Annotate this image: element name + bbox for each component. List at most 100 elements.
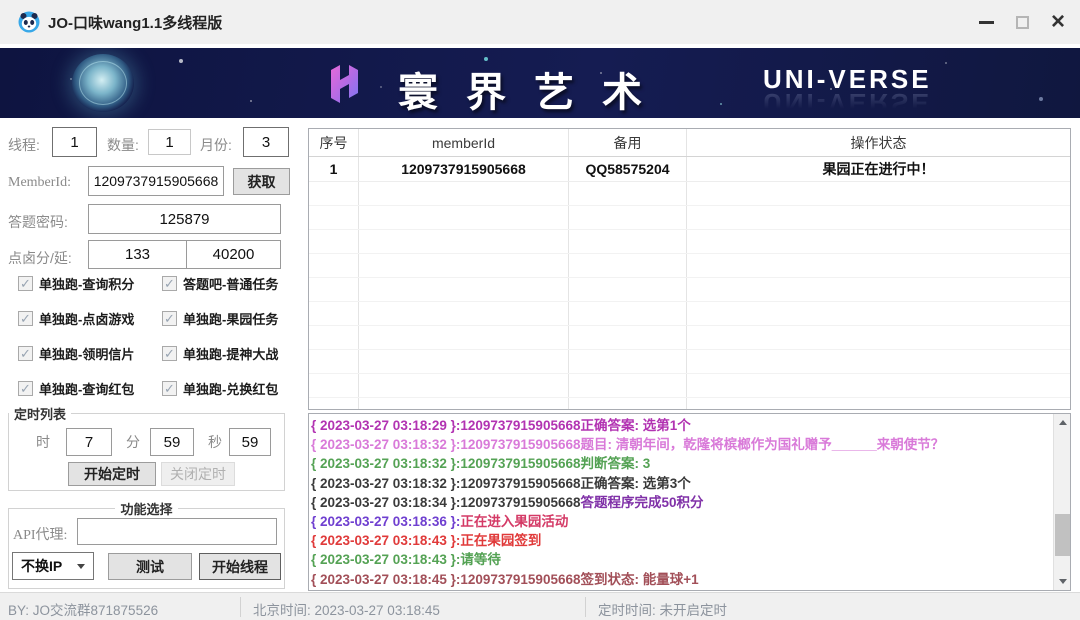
table-empty-row [309,374,1070,398]
scroll-down-icon[interactable] [1054,573,1071,590]
table-empty-row [309,350,1070,374]
checkbox-check-icon[interactable]: ✓ [162,381,177,396]
brand-english-reflection: UNI-VERSE [763,87,932,118]
window-title: JO-口味wang1.1多线程版 [48,12,222,33]
second-label: 秒 [208,432,222,452]
log-line: { 2023-03-27 03:18:43 }:请等待 [311,550,1051,569]
table-header-cell: memberId [359,129,569,156]
table-cell: 果园正在进行中！ [687,157,1070,181]
minimize-icon [979,21,994,24]
month-input[interactable] [243,127,289,157]
count-input[interactable] [148,129,191,155]
checkbox-check-icon[interactable]: ✓ [162,311,177,326]
test-button[interactable]: 测试 [108,553,192,580]
table-body: 11209737915905668QQ58575204果园正在进行中！ [309,157,1070,410]
log-segment: { 2023-03-27 03:18:32 }:1209737915905668… [311,437,944,452]
table-empty-row [309,398,1070,410]
checkbox-check-icon[interactable]: ✓ [18,276,33,291]
checkbox-label: 单独跑-果园任务 [183,309,278,328]
log-segment: { 2023-03-27 03:18:29 }:1209737915905668… [311,418,691,433]
ip-mode-value: 不换IP [21,556,62,576]
task-checkbox[interactable]: ✓ 单独跑-兑换红包 [162,378,278,398]
scroll-up-icon[interactable] [1054,414,1071,431]
checkbox-check-icon[interactable]: ✓ [162,346,177,361]
scrollbar-thumb[interactable] [1055,514,1070,556]
api-proxy-input[interactable] [77,518,277,545]
log-scrollbar[interactable] [1053,414,1070,590]
brand-chinese: 寰界艺术 [398,60,670,118]
table-empty-row [309,254,1070,278]
hj-logo-icon [316,62,372,106]
second-input[interactable] [229,428,271,456]
task-checkbox[interactable]: ✓ 单独跑-果园任务 [162,308,278,328]
stop-timer-button[interactable]: 关闭定时 [161,462,235,486]
panda-app-icon [18,11,40,33]
checkbox-label: 单独跑-查询红包 [39,379,134,398]
maximize-icon [1016,16,1029,29]
thread-input[interactable] [52,127,97,157]
statusbar: BY: JO交流群871875526 北京时间: 2023-03-27 03:1… [0,592,1080,620]
task-checkbox[interactable]: ✓ 单独跑-领明信片 [18,343,134,363]
log-line: { 2023-03-27 03:18:43 }:正在果园签到 [311,531,1051,550]
checkbox-label: 答题吧-普通任务 [183,274,278,293]
hour-label: 时 [36,432,50,452]
checkbox-check-icon[interactable]: ✓ [162,276,177,291]
log-segment: { 2023-03-27 03:18:32 }:1209737915905668… [311,456,650,471]
count-label: 数量: [107,135,139,155]
minimize-button[interactable] [966,0,1006,44]
close-button[interactable]: × [1038,0,1078,44]
checkbox-label: 单独跑-查询积分 [39,274,134,293]
checkbox-label: 单独跑-领明信片 [39,344,134,363]
table-row[interactable]: 11209737915905668QQ58575204果园正在进行中！ [309,157,1070,182]
delay-input[interactable] [186,240,281,269]
score-input[interactable] [88,240,187,269]
start-thread-button[interactable]: 开始线程 [199,553,281,580]
checkbox-check-icon[interactable]: ✓ [18,381,33,396]
log-line: { 2023-03-27 03:18:32 }:1209737915905668… [311,454,1051,473]
titlebar: JO-口味wang1.1多线程版 × [0,0,1080,44]
timer-group-label: 定时列表 [9,404,71,423]
memberid-input[interactable] [88,166,224,196]
function-group-label: 功能选择 [115,499,177,518]
stars-decoration [0,48,2,50]
table-empty-row [309,326,1070,350]
maximize-button[interactable] [1002,0,1042,44]
member-table[interactable]: 序号memberId备用操作状态 11209737915905668QQ5857… [308,128,1071,410]
log-segment: { 2023-03-27 03:18:45 }:1209737915905668… [311,572,699,587]
ip-mode-select[interactable]: 不换IP [12,552,94,580]
banner: 寰界艺术 UNI-VERSE UNI-VERSE [0,48,1080,118]
log-line: { 2023-03-27 03:18:36 }:正在进入果园活动 [311,512,1051,531]
log-line: { 2023-03-27 03:18:45 }:1209737915905668… [311,570,1051,588]
table-cell: 1209737915905668 [359,157,569,181]
checkbox-check-icon[interactable]: ✓ [18,311,33,326]
log-lines: { 2023-03-27 03:18:29 }:1209737915905668… [311,416,1051,588]
task-checkbox[interactable]: ✓ 答题吧-普通任务 [162,273,278,293]
task-checkbox[interactable]: ✓ 单独跑-查询红包 [18,378,134,398]
log-segment: { 2023-03-27 03:18:43 }:请等待 [311,552,501,567]
task-checkbox[interactable]: ✓单独跑-提神大战 [162,343,278,363]
table-header-cell: 备用 [569,129,687,156]
checkbox-label: 单独跑-点卤游戏 [39,309,134,328]
status-separator [240,597,241,617]
table-header-row: 序号memberId备用操作状态 [309,129,1070,157]
log-line: { 2023-03-27 03:18:32 }:1209737915905668… [311,474,1051,493]
password-input[interactable] [88,204,281,234]
table-header-cell: 操作状态 [687,129,1070,156]
hour-input[interactable] [66,428,112,456]
table-cell: QQ58575204 [569,157,687,181]
minute-input[interactable] [150,428,194,456]
task-checkbox-grid: ✓单独跑-查询积分✓答题吧-普通任务✓单独跑-点卤游戏✓单独跑-果园任务✓单独跑… [18,268,290,408]
log-panel[interactable]: { 2023-03-27 03:18:29 }:1209737915905668… [308,413,1071,591]
start-timer-button[interactable]: 开始定时 [68,462,156,486]
close-icon: × [1051,10,1065,34]
get-button[interactable]: 获取 [233,168,290,195]
checkbox-check-icon[interactable]: ✓ [18,346,33,361]
log-segment: { 2023-03-27 03:18:43 }:正在果园签到 [311,533,541,548]
status-timer-time: 定时时间: 未开启定时 [598,599,727,619]
checkbox-label: 单独跑-兑换红包 [183,379,278,398]
task-checkbox[interactable]: ✓ 单独跑-点卤游戏 [18,308,134,328]
log-line: { 2023-03-27 03:18:34 }:1209737915905668… [311,493,1051,512]
log-segment: { 2023-03-27 03:18:34 }:1209737915905668 [311,495,580,510]
log-line: { 2023-03-27 03:18:29 }:1209737915905668… [311,416,1051,435]
task-checkbox[interactable]: ✓ 单独跑-查询积分 [18,273,134,293]
